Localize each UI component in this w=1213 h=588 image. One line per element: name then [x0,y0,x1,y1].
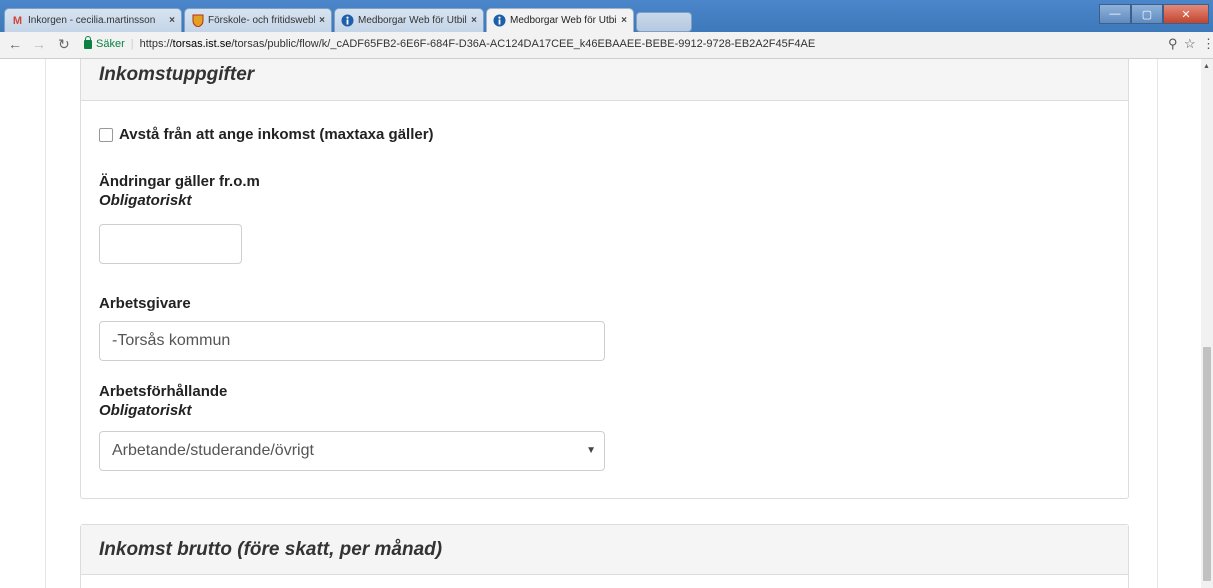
changes-from-label: Ändringar gäller fr.o.m [99,173,260,190]
employment-required: Obligatoriskt [99,402,192,419]
back-arrow-icon[interactable]: ← [8,36,22,52]
vertical-scrollbar[interactable]: ▲ [1201,59,1213,588]
page-content: Inkomstuppgifter Avstå från att ange ink… [0,59,1201,588]
reload-icon[interactable]: ↻ [58,36,70,53]
close-tab-icon[interactable]: × [319,15,325,26]
url-scheme: https:// [139,38,173,50]
url-path: /torsas/public/flow/k/_cADF65FB2-6E6F-68… [231,38,816,50]
page-column-border-right [1157,59,1158,588]
lock-icon [84,35,92,49]
close-window-button[interactable]: ✕ [1163,4,1209,24]
employer-input[interactable]: -Torsås kommun [99,321,605,361]
gross-income-panel: Inkomst brutto (före skatt, per månad) [80,524,1129,588]
window-controls: — ▢ ✕ [1099,4,1209,24]
tab-forskole[interactable]: Förskole- och fritidswebben × [184,8,332,32]
employment-selected-value: Arbetande/studerande/övrigt [112,442,314,459]
menu-dots-icon[interactable]: ⋮ [1202,36,1213,52]
browser-toolbar: ← → ↻ Säker | https://torsas.ist.se/tors… [0,32,1213,59]
changes-from-group: Ändringar gäller fr.o.m Obligatoriskt [99,173,260,209]
skip-income-label: Avstå från att ange inkomst (maxtaxa gäl… [119,126,434,143]
bookmark-star-icon[interactable]: ☆ [1184,36,1196,52]
skip-income-row[interactable]: Avstå från att ange inkomst (maxtaxa gäl… [99,126,434,143]
income-details-panel: Inkomstuppgifter Avstå från att ange ink… [80,59,1129,499]
tab-medborgar-web-active[interactable]: Medborgar Web för Utbildning × [486,8,634,32]
skip-income-checkbox[interactable] [99,127,113,142]
close-tab-icon[interactable]: × [621,15,627,26]
restore-button[interactable]: ▢ [1131,4,1163,24]
close-tab-icon[interactable]: × [169,15,175,26]
scrollbar-thumb[interactable] [1203,347,1211,581]
changes-from-input[interactable] [99,224,242,264]
employer-label: Arbetsgivare [99,295,191,312]
forward-arrow-icon[interactable]: → [32,36,46,52]
employment-group: Arbetsförhållande Obligatoriskt [99,383,227,419]
secure-label: Säker [96,38,125,50]
scroll-up-arrow-icon[interactable]: ▲ [1203,63,1210,70]
section-title: Inkomstuppgifter [81,59,1128,101]
employment-label: Arbetsförhållande [99,383,228,400]
page-column-border-left [45,59,46,588]
tab-medborgar-web-1[interactable]: Medborgar Web för Utbildning × [334,8,484,32]
address-bar[interactable]: Säker | https://torsas.ist.se/torsas/pub… [84,35,1164,53]
zoom-icon[interactable]: ⚲ [1168,36,1178,52]
employment-select[interactable]: Arbetande/studerande/övrigt ▼ [99,431,605,471]
changes-from-required: Obligatoriskt [99,192,192,209]
employer-value: -Torsås kommun [112,332,231,349]
info-icon [341,14,354,27]
next-section-title: Inkomst brutto (före skatt, per månad) [81,525,1128,575]
minimize-button[interactable]: — [1099,4,1131,24]
url-host: torsas.ist.se [172,38,232,50]
gmail-icon: M [12,14,23,27]
close-tab-icon[interactable]: × [471,15,477,26]
tab-gmail-inbox[interactable]: M Inkorgen - cecilia.martinsson × [4,8,182,32]
crest-icon [191,14,204,27]
url-text: https://torsas.ist.se/torsas/public/flow… [140,38,816,50]
info-icon [493,14,506,27]
new-tab-button[interactable] [636,12,692,32]
dropdown-arrow-icon: ▼ [586,445,596,456]
address-separator: | [130,38,134,50]
